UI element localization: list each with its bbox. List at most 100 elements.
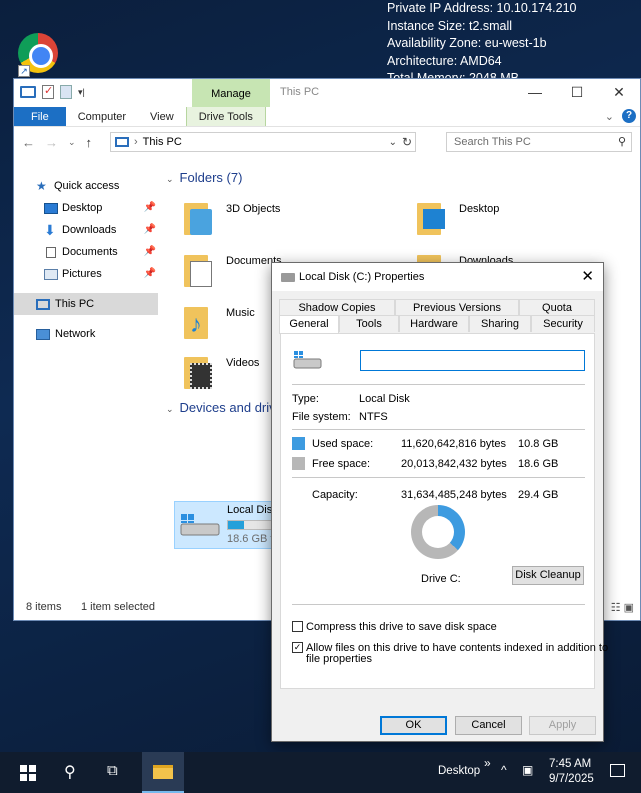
taskbar-file-explorer[interactable] bbox=[142, 752, 184, 793]
toolbar-overflow-icon[interactable]: » bbox=[484, 756, 491, 770]
tab-shadow-copies[interactable]: Shadow Copies bbox=[279, 299, 395, 316]
forward-arrow-icon[interactable]: → bbox=[45, 135, 58, 150]
recent-locations-icon[interactable]: ⌄ bbox=[68, 137, 76, 148]
pin-icon[interactable]: 📌 bbox=[144, 197, 156, 219]
this-pc-icon bbox=[20, 86, 36, 98]
address-dropdown-icon[interactable]: ⌄ bbox=[389, 137, 397, 148]
breadcrumb-this-pc[interactable]: This PC bbox=[143, 136, 182, 148]
manage-contextual-tab[interactable]: Manage bbox=[192, 79, 270, 107]
expand-ribbon-icon[interactable]: ⌄ bbox=[605, 110, 614, 123]
qat-dropdown-icon[interactable]: ▾| bbox=[78, 87, 85, 98]
tab-file[interactable]: File bbox=[14, 107, 66, 126]
volume-label-input[interactable] bbox=[360, 350, 585, 371]
desktop-folder-icon bbox=[417, 197, 447, 235]
ok-button[interactable]: OK bbox=[380, 716, 447, 735]
used-space-bytes: 11,620,642,816 bytes bbox=[401, 438, 506, 450]
help-icon[interactable]: ? bbox=[622, 109, 636, 123]
folder-desktop[interactable]: Desktop bbox=[397, 197, 597, 241]
minimize-button[interactable]: — bbox=[514, 79, 556, 105]
free-space-swatch bbox=[292, 457, 305, 470]
pin-icon[interactable]: 📌 bbox=[144, 263, 156, 285]
dialog-close-button[interactable]: ✕ bbox=[581, 267, 594, 285]
music-folder-icon: ♪ bbox=[184, 301, 214, 339]
search-icon[interactable]: ⚲ bbox=[64, 762, 76, 782]
used-space-gb: 10.8 GB bbox=[518, 438, 559, 450]
address-bar[interactable]: › This PC ⌄ ↻ bbox=[110, 132, 416, 152]
clock[interactable]: 7:45 AM 9/7/2025 bbox=[549, 757, 594, 787]
explorer-titlebar: ▾| Manage This PC — ☐ ✕ bbox=[14, 79, 640, 107]
clock-date: 9/7/2025 bbox=[549, 773, 594, 785]
pin-icon[interactable]: 📌 bbox=[144, 241, 156, 263]
compress-checkbox[interactable] bbox=[292, 621, 303, 632]
close-button[interactable]: ✕ bbox=[598, 79, 640, 105]
start-button[interactable] bbox=[20, 765, 36, 781]
collapse-chevron-icon[interactable]: ⌄ bbox=[166, 174, 174, 184]
tab-computer[interactable]: Computer bbox=[66, 107, 138, 126]
dialog-title: Local Disk (C:) Properties bbox=[299, 271, 425, 283]
3d-objects-folder-icon bbox=[184, 197, 214, 235]
tab-quota[interactable]: Quota bbox=[519, 299, 595, 316]
index-checkbox[interactable]: ✓ bbox=[292, 642, 303, 653]
tab-sharing[interactable]: Sharing bbox=[469, 315, 531, 332]
network-tray-icon[interactable]: ▣ bbox=[522, 763, 533, 777]
shortcut-arrow-icon: ↗ bbox=[18, 65, 30, 77]
breadcrumb-chevron-icon[interactable]: › bbox=[134, 136, 138, 148]
drive-caption: Drive C: bbox=[421, 573, 461, 585]
type-value: Local Disk bbox=[359, 393, 410, 405]
nav-label: Quick access bbox=[54, 180, 120, 192]
nav-pictures[interactable]: Pictures 📌 bbox=[14, 263, 158, 285]
nav-label: Network bbox=[55, 328, 96, 340]
used-space-swatch bbox=[292, 437, 305, 450]
cancel-button[interactable]: Cancel bbox=[455, 716, 522, 735]
bginfo-line: Availability Zone: eu-west-1b bbox=[387, 36, 547, 51]
tab-hardware[interactable]: Hardware bbox=[399, 315, 469, 332]
search-icon[interactable]: ⚲ bbox=[618, 133, 626, 151]
task-view-icon[interactable]: ⧉ bbox=[107, 762, 118, 779]
tab-tools[interactable]: Tools bbox=[339, 315, 399, 332]
view-toggle-icons[interactable]: ☷ ▣ bbox=[611, 601, 634, 614]
new-folder-icon[interactable] bbox=[60, 85, 72, 99]
quick-access-toolbar: ▾| bbox=[20, 84, 85, 99]
chrome-shortcut[interactable]: ↗ bbox=[18, 33, 62, 77]
tab-general[interactable]: General bbox=[279, 315, 339, 334]
local-disk-icon bbox=[293, 351, 322, 369]
up-arrow-icon[interactable]: ↑ bbox=[86, 135, 93, 150]
capacity-bytes: 31,634,485,248 bytes bbox=[401, 489, 507, 501]
notification-icon[interactable] bbox=[610, 764, 625, 777]
navigation-pane: ★ Quick access Desktop 📌 ⬇ Downloads 📌 D… bbox=[14, 157, 158, 597]
capacity-label: Capacity: bbox=[312, 489, 358, 501]
nav-desktop[interactable]: Desktop 📌 bbox=[14, 197, 158, 219]
nav-label: Pictures bbox=[62, 268, 102, 280]
collapse-chevron-icon[interactable]: ⌄ bbox=[166, 404, 174, 414]
nav-quick-access[interactable]: ★ Quick access bbox=[14, 175, 158, 197]
tab-previous-versions[interactable]: Previous Versions bbox=[395, 299, 519, 316]
folder-label: Videos bbox=[226, 357, 260, 369]
tab-view[interactable]: View bbox=[138, 107, 186, 126]
free-space-label: Free space: bbox=[312, 458, 371, 470]
nav-label: Desktop bbox=[62, 202, 103, 214]
local-disk-icon bbox=[180, 514, 220, 536]
disk-cleanup-button[interactable]: Disk Cleanup bbox=[512, 566, 584, 585]
free-space-gb: 18.6 GB bbox=[518, 458, 559, 470]
drive-c-item[interactable]: Local Disk (C:) 18.6 GB free of 29.4 GB bbox=[174, 501, 345, 549]
refresh-icon[interactable]: ↻ bbox=[402, 135, 412, 149]
folder-3d-objects[interactable]: 3D Objects bbox=[164, 197, 364, 241]
nav-this-pc[interactable]: This PC bbox=[14, 293, 158, 315]
properties-icon[interactable] bbox=[42, 84, 54, 99]
separator bbox=[292, 604, 585, 605]
pin-icon[interactable]: 📌 bbox=[144, 219, 156, 241]
nav-documents[interactable]: Documents 📌 bbox=[14, 241, 158, 263]
tab-drive-tools[interactable]: Drive Tools bbox=[185, 107, 266, 126]
apply-button[interactable]: Apply bbox=[529, 716, 596, 735]
maximize-button[interactable]: ☐ bbox=[556, 79, 598, 105]
folders-group-header[interactable]: ⌄ Folders (7) bbox=[166, 170, 242, 185]
nav-downloads[interactable]: ⬇ Downloads 📌 bbox=[14, 219, 158, 241]
capacity-gb: 29.4 GB bbox=[518, 489, 559, 501]
ribbon-tabs: File Computer View Drive Tools ⌄ ? bbox=[14, 107, 640, 127]
nav-network[interactable]: Network bbox=[14, 323, 158, 345]
show-hidden-icons-chevron-icon[interactable]: ^ bbox=[501, 763, 507, 777]
desktop-toolbar-label[interactable]: Desktop bbox=[438, 765, 480, 777]
search-input[interactable]: Search This PC ⚲ bbox=[446, 132, 632, 152]
tab-security[interactable]: Security bbox=[531, 315, 595, 332]
back-arrow-icon[interactable]: ← bbox=[22, 135, 35, 150]
